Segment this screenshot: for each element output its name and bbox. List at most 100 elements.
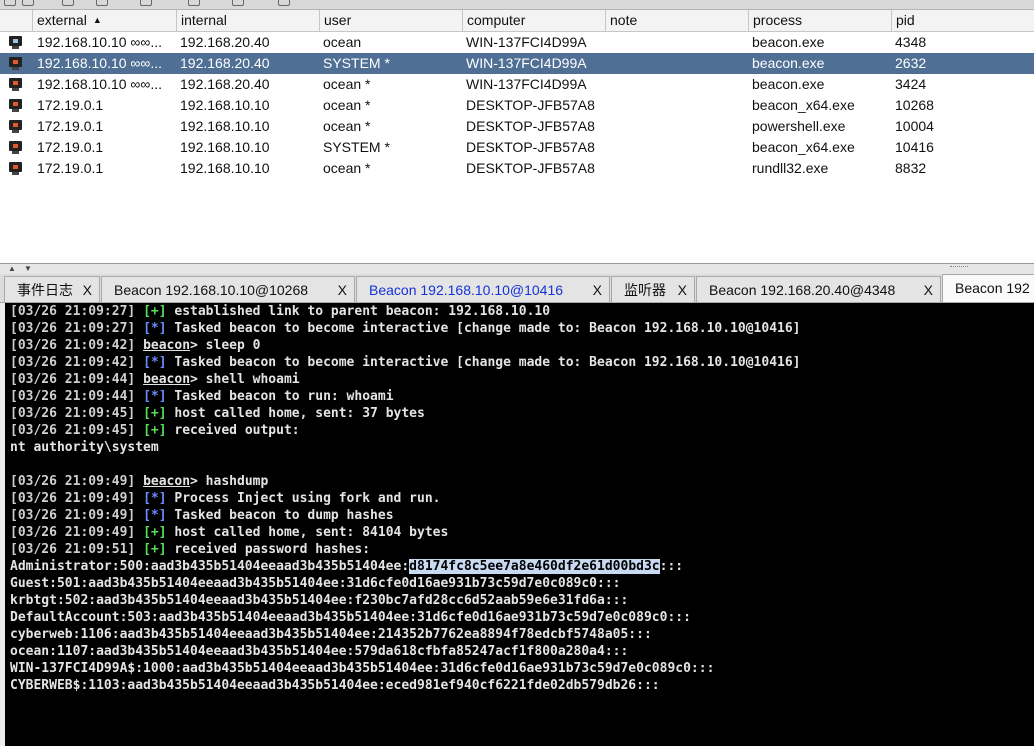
- toolbar-button-icon[interactable]: [4, 0, 16, 6]
- table-row[interactable]: 192.168.10.10 ∞∞... 192.168.20.40 ocean * W…: [0, 74, 1034, 95]
- column-header-note[interactable]: note: [605, 10, 748, 31]
- table-row[interactable]: 172.19.0.1 192.168.10.10 SYSTEM * DESKTOP-J…: [0, 137, 1034, 158]
- tab-beacon-10268[interactable]: Beacon 192.168.10.10@10268 X: [101, 276, 355, 302]
- tab-event-log[interactable]: 事件日志 X: [4, 276, 100, 302]
- cell-process: beacon.exe: [752, 76, 825, 92]
- toolbar-button-icon[interactable]: [62, 0, 74, 6]
- table-row[interactable]: 172.19.0.1 192.168.10.10 ocean * DESKTOP-JF…: [0, 116, 1034, 137]
- console-text: > sleep 0: [190, 338, 261, 353]
- table-row[interactable]: 172.19.0.1 192.168.10.10 ocean * DESKTOP-JF…: [0, 95, 1034, 116]
- console-line: ocean:1107:aad3b435b51404eeaad3b435b5140…: [10, 643, 628, 660]
- tab-label: Beacon 192.168.10.10@10268: [114, 282, 309, 298]
- console-line: nt authority\system: [10, 439, 159, 456]
- console-text: received password hashes:: [166, 542, 371, 557]
- cell-external: 172.19.0.1: [37, 160, 104, 176]
- console-output: WIN-137FCI4D99A$:1000:aad3b435b51404eeaa…: [10, 661, 715, 676]
- cell-computer: DESKTOP-JFB57A8: [466, 97, 595, 113]
- toolbar-button-icon[interactable]: [232, 0, 244, 6]
- collapse-up-icon[interactable]: ▲: [8, 264, 16, 273]
- console-line: [03/26 21:09:51] [+] received password h…: [10, 541, 370, 558]
- cell-process: powershell.exe: [752, 118, 846, 134]
- console-line: [03/26 21:09:42] [*] Tasked beacon to be…: [10, 354, 801, 371]
- table-row[interactable]: 172.19.0.1 192.168.10.10 ocean * DESKTOP-JF…: [0, 158, 1034, 179]
- computer-icon: [8, 99, 23, 112]
- computer-icon: [8, 120, 23, 133]
- tab-label: Beacon 192.168.10.10@10416: [369, 282, 564, 298]
- cell-process: beacon_x64.exe: [752, 139, 855, 155]
- cell-user: ocean *: [323, 97, 371, 113]
- console-line: [03/26 21:09:27] [*] Tasked beacon to be…: [10, 320, 801, 337]
- beacon-console[interactable]: [03/26 21:09:27] [+] established link to…: [5, 303, 1034, 746]
- console-output: CYBERWEB$:1103:aad3b435b51404eeaad3b435b…: [10, 678, 660, 693]
- cell-internal: 192.168.10.10: [180, 139, 270, 155]
- console-text: Tasked beacon to become interactive [cha…: [166, 321, 801, 336]
- console-line: DefaultAccount:503:aad3b435b51404eeaad3b…: [10, 609, 691, 626]
- table-row[interactable]: 192.168.10.10 ∞∞... 192.168.20.40 SYSTEM *…: [0, 53, 1034, 74]
- toolbar-button-icon[interactable]: [140, 0, 152, 6]
- tab-label: 监听器: [624, 282, 666, 298]
- cell-internal: 192.168.10.10: [180, 118, 270, 134]
- console-text: Tasked beacon to become interactive [cha…: [166, 355, 801, 370]
- console-text: Tasked beacon to dump hashes: [166, 508, 394, 523]
- column-header-internal[interactable]: internal: [176, 10, 319, 31]
- console-timestamp: [03/26 21:09:49]: [10, 491, 136, 506]
- info-marker: [*]: [143, 355, 167, 370]
- cell-external: 172.19.0.1: [37, 139, 104, 155]
- tab-beacon-4348[interactable]: Beacon 192.168.20.40@4348 X: [696, 276, 941, 302]
- cell-note: [609, 158, 747, 179]
- cell-external: 172.19.0.1: [37, 118, 104, 134]
- console-line: Administrator:500:aad3b435b51404eeaad3b4…: [10, 558, 683, 575]
- tab-bar: 事件日志 X Beacon 192.168.10.10@10268 X Beacon…: [0, 274, 1034, 303]
- console-line: [03/26 21:09:27] [+] established link to…: [10, 303, 550, 320]
- cell-note: [609, 32, 747, 53]
- tab-beacon-10416[interactable]: Beacon 192.168.10.10@10416 X: [356, 276, 610, 302]
- tab-close-button[interactable]: X: [338, 277, 347, 302]
- console-text: established link to parent beacon: 192.1…: [166, 304, 551, 319]
- tab-beacon-active[interactable]: Beacon 192: [942, 274, 1034, 302]
- tab-close-button[interactable]: X: [593, 277, 602, 302]
- tab-listeners[interactable]: 监听器 X: [611, 276, 695, 302]
- cell-internal: 192.168.20.40: [180, 34, 270, 50]
- cell-user: ocean *: [323, 76, 371, 92]
- table-header: external ▲ internal user computer note pr…: [0, 10, 1034, 32]
- computer-icon: [8, 78, 23, 91]
- console-timestamp: [03/26 21:09:49]: [10, 474, 136, 489]
- console-timestamp: [03/26 21:09:49]: [10, 508, 136, 523]
- console-timestamp: [03/26 21:09:27]: [10, 304, 136, 319]
- tab-close-button[interactable]: X: [924, 277, 933, 302]
- cell-computer: DESKTOP-JFB57A8: [466, 118, 595, 134]
- table-row[interactable]: 192.168.10.10 ∞∞... 192.168.20.40 ocean WIN…: [0, 32, 1034, 53]
- success-marker: [+]: [143, 423, 167, 438]
- info-marker: [*]: [143, 508, 167, 523]
- success-marker: [+]: [143, 525, 167, 540]
- cell-computer: DESKTOP-JFB57A8: [466, 139, 595, 155]
- console-line: cyberweb:1106:aad3b435b51404eeaad3b435b5…: [10, 626, 652, 643]
- tab-close-button[interactable]: X: [83, 277, 92, 302]
- splitter-grip-icon[interactable]: [950, 266, 968, 269]
- sessions-table: external ▲ internal user computer note pr…: [0, 10, 1034, 264]
- collapse-down-icon[interactable]: ▼: [24, 264, 32, 273]
- column-header-computer[interactable]: computer: [462, 10, 605, 31]
- column-header-pid[interactable]: pid: [891, 10, 1034, 31]
- cell-note: [609, 95, 747, 116]
- column-header-process[interactable]: process: [748, 10, 891, 31]
- toolbar-button-icon[interactable]: [278, 0, 290, 6]
- toolbar-button-icon[interactable]: [188, 0, 200, 6]
- cell-note: [609, 116, 747, 137]
- console-timestamp: [03/26 21:09:49]: [10, 525, 136, 540]
- cell-user: ocean: [323, 34, 362, 50]
- toolbar-button-icon[interactable]: [22, 0, 34, 6]
- console-timestamp: [03/26 21:09:51]: [10, 542, 136, 557]
- tab-close-button[interactable]: X: [678, 277, 687, 302]
- console-prompt: beacon: [143, 338, 191, 353]
- console-line: Guest:501:aad3b435b51404eeaad3b435b51404…: [10, 575, 620, 592]
- cell-pid: 10004: [895, 118, 934, 134]
- console-timestamp: [03/26 21:09:42]: [10, 355, 136, 370]
- computer-icon: [8, 57, 23, 70]
- toolbar-button-icon[interactable]: [96, 0, 108, 6]
- column-header-external[interactable]: external ▲: [32, 10, 176, 31]
- pane-splitter[interactable]: ▲ ▼: [0, 264, 1034, 274]
- cell-process: beacon.exe: [752, 55, 825, 71]
- column-header-user[interactable]: user: [319, 10, 462, 31]
- console-line: CYBERWEB$:1103:aad3b435b51404eeaad3b435b…: [10, 677, 660, 694]
